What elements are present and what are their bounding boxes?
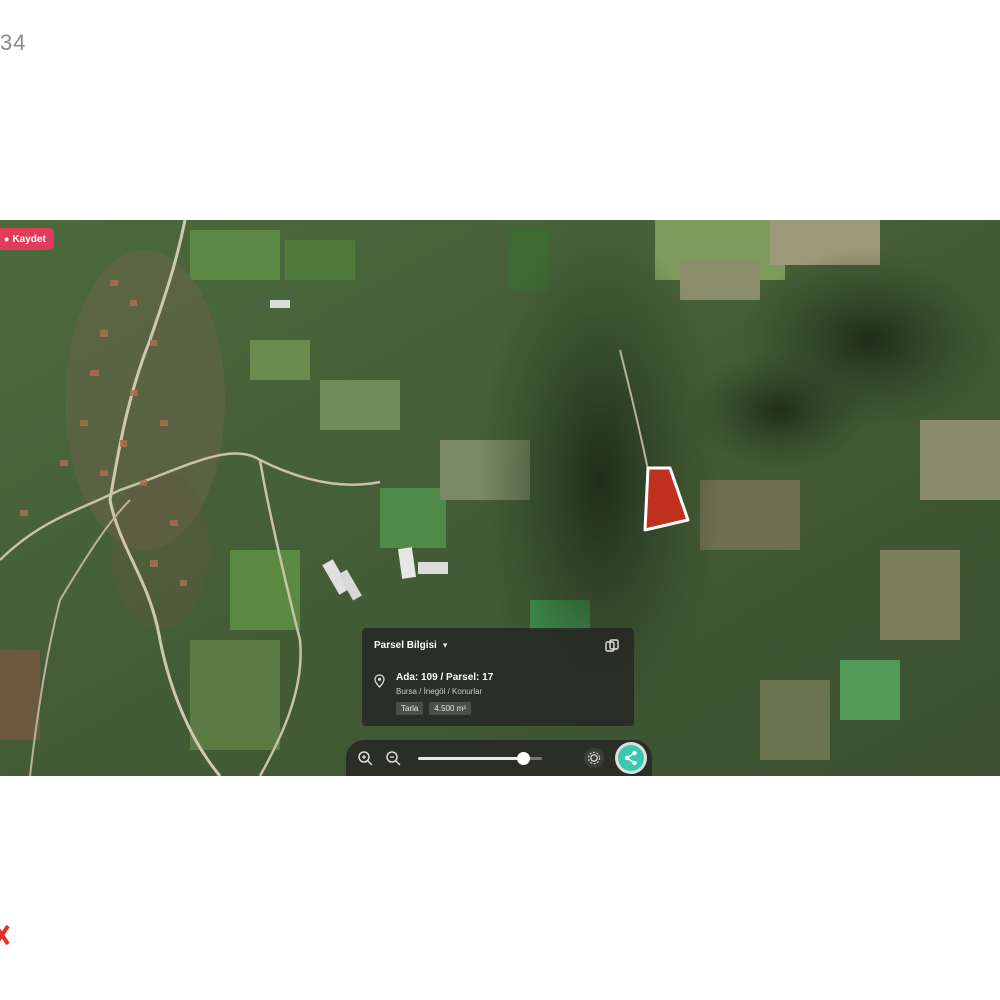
tag-land-type: Tarla <box>396 702 424 715</box>
pin-icon <box>374 674 385 693</box>
copy-icon[interactable] <box>604 638 620 654</box>
zoom-slider-track[interactable] <box>418 757 523 760</box>
share-button[interactable] <box>618 745 644 771</box>
parcel-title: Ada: 109 / Parsel: 17 <box>396 672 494 683</box>
chevron-down-icon: ▾ <box>442 640 448 650</box>
panel-header-label: Parsel Bilgisi <box>374 640 437 651</box>
parcel-location: Bursa / İnegöl / Konurlar <box>396 687 483 696</box>
parcel-polygon[interactable] <box>640 464 696 539</box>
zoom-slider-handle[interactable] <box>517 752 530 765</box>
corner-label: 34 <box>0 30 27 55</box>
settings-icon <box>587 751 601 765</box>
satellite-map[interactable]: ● Kaydet Parsel Bilgisi ▾ Ada: 109 / Par… <box>0 220 1000 776</box>
map-toolbar <box>346 740 652 776</box>
save-badge-label: Kaydet <box>12 233 46 245</box>
zoom-in-icon[interactable] <box>356 749 374 767</box>
tag-area: 4.500 m² <box>429 702 471 715</box>
settings-button[interactable] <box>584 748 604 768</box>
parcel-tags: Tarla 4.500 m² <box>396 702 471 715</box>
panel-header[interactable]: Parsel Bilgisi ▾ <box>374 640 447 651</box>
zoom-out-icon[interactable] <box>384 749 402 767</box>
save-badge[interactable]: ● Kaydet <box>0 228 54 250</box>
plus-icon: ● <box>4 234 10 244</box>
brand-mark-icon <box>0 920 14 950</box>
parcel-info-panel: Parsel Bilgisi ▾ Ada: 109 / Parsel: 17 B… <box>362 628 634 726</box>
share-icon <box>624 750 637 766</box>
